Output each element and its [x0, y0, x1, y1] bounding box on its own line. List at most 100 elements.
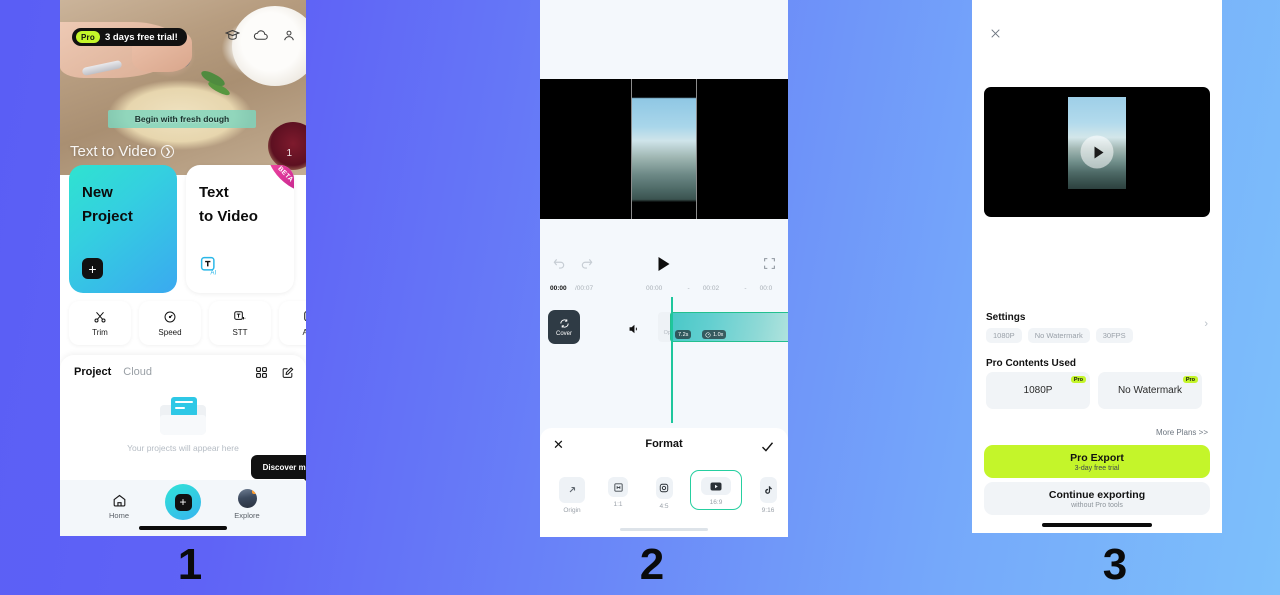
- create-plus-icon: +: [174, 493, 192, 511]
- tab-cloud[interactable]: Cloud: [123, 366, 152, 378]
- pro-content-no-watermark-label: No Watermark: [1117, 385, 1183, 396]
- cover-button[interactable]: Cover: [548, 310, 580, 344]
- pro-export-sublabel: 3-day free trial: [1074, 464, 1120, 472]
- text-to-video-card[interactable]: BETA Text to Video AI: [186, 165, 294, 293]
- cloud-icon[interactable]: [253, 28, 269, 43]
- new-project-title-1: New: [82, 184, 113, 201]
- text-to-video-section-label[interactable]: Text to Video ❯: [70, 143, 175, 160]
- pro-content-1080p[interactable]: Pro 1080P: [986, 372, 1090, 409]
- close-icon[interactable]: ✕: [553, 438, 564, 451]
- primary-action-cards: New Project + BETA Text to Video AI: [69, 165, 294, 293]
- new-project-title-2: Project: [82, 208, 133, 225]
- continue-exporting-label: Continue exporting: [1048, 488, 1146, 501]
- settings-tags[interactable]: 1080P No Watermark 30FPS: [986, 328, 1133, 343]
- pro-contents-list: Pro 1080P Pro No Watermark: [986, 372, 1202, 409]
- pro-content-no-watermark[interactable]: Pro No Watermark: [1098, 372, 1202, 409]
- tutorial-cap-icon[interactable]: [225, 28, 240, 43]
- format-4-5-label: 4:5: [659, 503, 669, 510]
- home-indicator: [620, 527, 708, 531]
- pro-badge: Pro: [1182, 376, 1198, 383]
- ruler-tick-1: -: [687, 285, 690, 292]
- total-duration: /00:07: [575, 285, 594, 292]
- continue-exporting-button[interactable]: Continue exporting without Pro tools: [984, 482, 1210, 515]
- empty-projects-state: Your projects will appear here: [60, 397, 306, 453]
- origin-arrow-icon: [559, 477, 585, 503]
- format-16-9-label: 16:9: [709, 499, 723, 506]
- step-number-3: 3: [1102, 540, 1128, 589]
- format-option-9-16[interactable]: 9:16: [748, 470, 788, 518]
- beta-ribbon: BETA: [259, 165, 294, 200]
- clip-speed-value: 1.0x: [713, 331, 724, 338]
- tool-ai-subtitle[interactable]: AI S: [279, 301, 306, 345]
- grid-view-icon[interactable]: [255, 366, 268, 384]
- text-to-video-title-2: to Video: [199, 208, 258, 225]
- step-number-1: 1: [177, 540, 203, 589]
- quick-tools-row: Trim Speed STT AI S: [69, 301, 306, 345]
- plate-prop: [232, 6, 306, 86]
- hero-page-counter: 1: [286, 148, 292, 159]
- tool-speed[interactable]: Speed: [139, 301, 201, 345]
- tab-project[interactable]: Project: [74, 366, 111, 378]
- timeline-ruler: 00:00 - 00:02 - 00:0: [646, 285, 788, 292]
- more-plans-link[interactable]: More Plans >>: [1156, 428, 1208, 437]
- format-9-16-label: 9:16: [761, 507, 775, 514]
- project-panel-tabs: Project Cloud: [74, 366, 152, 378]
- edit-icon[interactable]: [281, 366, 294, 384]
- vegetable-prop: [199, 68, 227, 89]
- fullscreen-icon[interactable]: [763, 257, 776, 275]
- profile-icon[interactable]: [282, 28, 296, 43]
- redo-icon[interactable]: [580, 257, 594, 276]
- explore-avatar-icon: [237, 489, 257, 508]
- video-clip[interactable]: 7.2s 1.0x: [670, 312, 788, 342]
- close-icon[interactable]: [989, 27, 1002, 45]
- settings-tag-fps: 30FPS: [1095, 328, 1133, 343]
- timeline-track[interactable]: Cover + Opening 7.2s 1.0x: [540, 305, 788, 349]
- pro-export-button[interactable]: Pro Export 3-day free trial: [984, 445, 1210, 478]
- format-options: Origin 1:1 4:5 16:9 9:16: [552, 470, 788, 518]
- nav-item-explore[interactable]: Explore: [222, 489, 272, 520]
- beta-label: BETA: [276, 165, 294, 184]
- youtube-icon: [701, 477, 731, 495]
- format-option-4-5[interactable]: 4:5: [644, 470, 684, 514]
- editor-video-preview[interactable]: [540, 78, 788, 220]
- format-bottom-sheet: ✕ Format Origin 1:1 4:5 16:9 9:16: [540, 428, 788, 537]
- tool-trim-label: Trim: [92, 327, 108, 337]
- format-origin-label: Origin: [563, 507, 581, 514]
- pro-content-1080p-label: 1080P: [1023, 385, 1053, 396]
- export-video-player[interactable]: [984, 87, 1210, 217]
- tool-stt-label: STT: [232, 327, 248, 337]
- tool-stt[interactable]: STT: [209, 301, 271, 345]
- play-icon[interactable]: [658, 257, 670, 271]
- playhead[interactable]: [671, 297, 673, 423]
- format-option-origin[interactable]: Origin: [552, 470, 592, 518]
- ruler-tick-3: -: [744, 285, 747, 292]
- new-project-card[interactable]: New Project +: [69, 165, 177, 293]
- nav-create-button[interactable]: +: [165, 484, 201, 520]
- pro-contents-title: Pro Contents Used: [986, 358, 1077, 369]
- playback-controls: [540, 245, 788, 285]
- format-option-1-1[interactable]: 1:1: [598, 470, 638, 512]
- home-indicator: [139, 526, 227, 530]
- nav-item-explore-label: Explore: [234, 511, 260, 520]
- discover-tooltip[interactable]: Discover more functions: [251, 455, 306, 485]
- undo-icon[interactable]: [552, 257, 566, 276]
- nav-item-home-label: Home: [108, 511, 129, 520]
- text-to-video-ai-icon: AI: [199, 255, 220, 281]
- pro-export-label: Pro Export: [1070, 451, 1124, 464]
- format-option-16-9[interactable]: 16:9: [690, 470, 742, 510]
- square-ratio-icon: [608, 477, 628, 497]
- tiktok-icon: [759, 477, 777, 503]
- check-icon[interactable]: [760, 439, 775, 459]
- continue-exporting-sublabel: without Pro tools: [1071, 501, 1123, 509]
- project-panel-actions: [255, 366, 294, 384]
- pro-trial-banner[interactable]: Pro 3 days free trial!: [72, 28, 187, 46]
- chevron-right-icon[interactable]: ›: [1204, 318, 1208, 330]
- phone-screen-2: 00:00 /00:07 00:00 - 00:02 - 00:0 Cover …: [540, 0, 788, 537]
- audio-mute-icon[interactable]: [628, 322, 640, 340]
- plus-icon[interactable]: +: [82, 258, 103, 279]
- play-circle-icon[interactable]: [1080, 135, 1114, 169]
- phone-screen-1: Pro 3 days free trial! Begin with fresh …: [60, 0, 306, 536]
- section-label-text: Text to Video: [70, 143, 157, 160]
- nav-item-home[interactable]: Home: [94, 493, 144, 520]
- tool-trim[interactable]: Trim: [69, 301, 131, 345]
